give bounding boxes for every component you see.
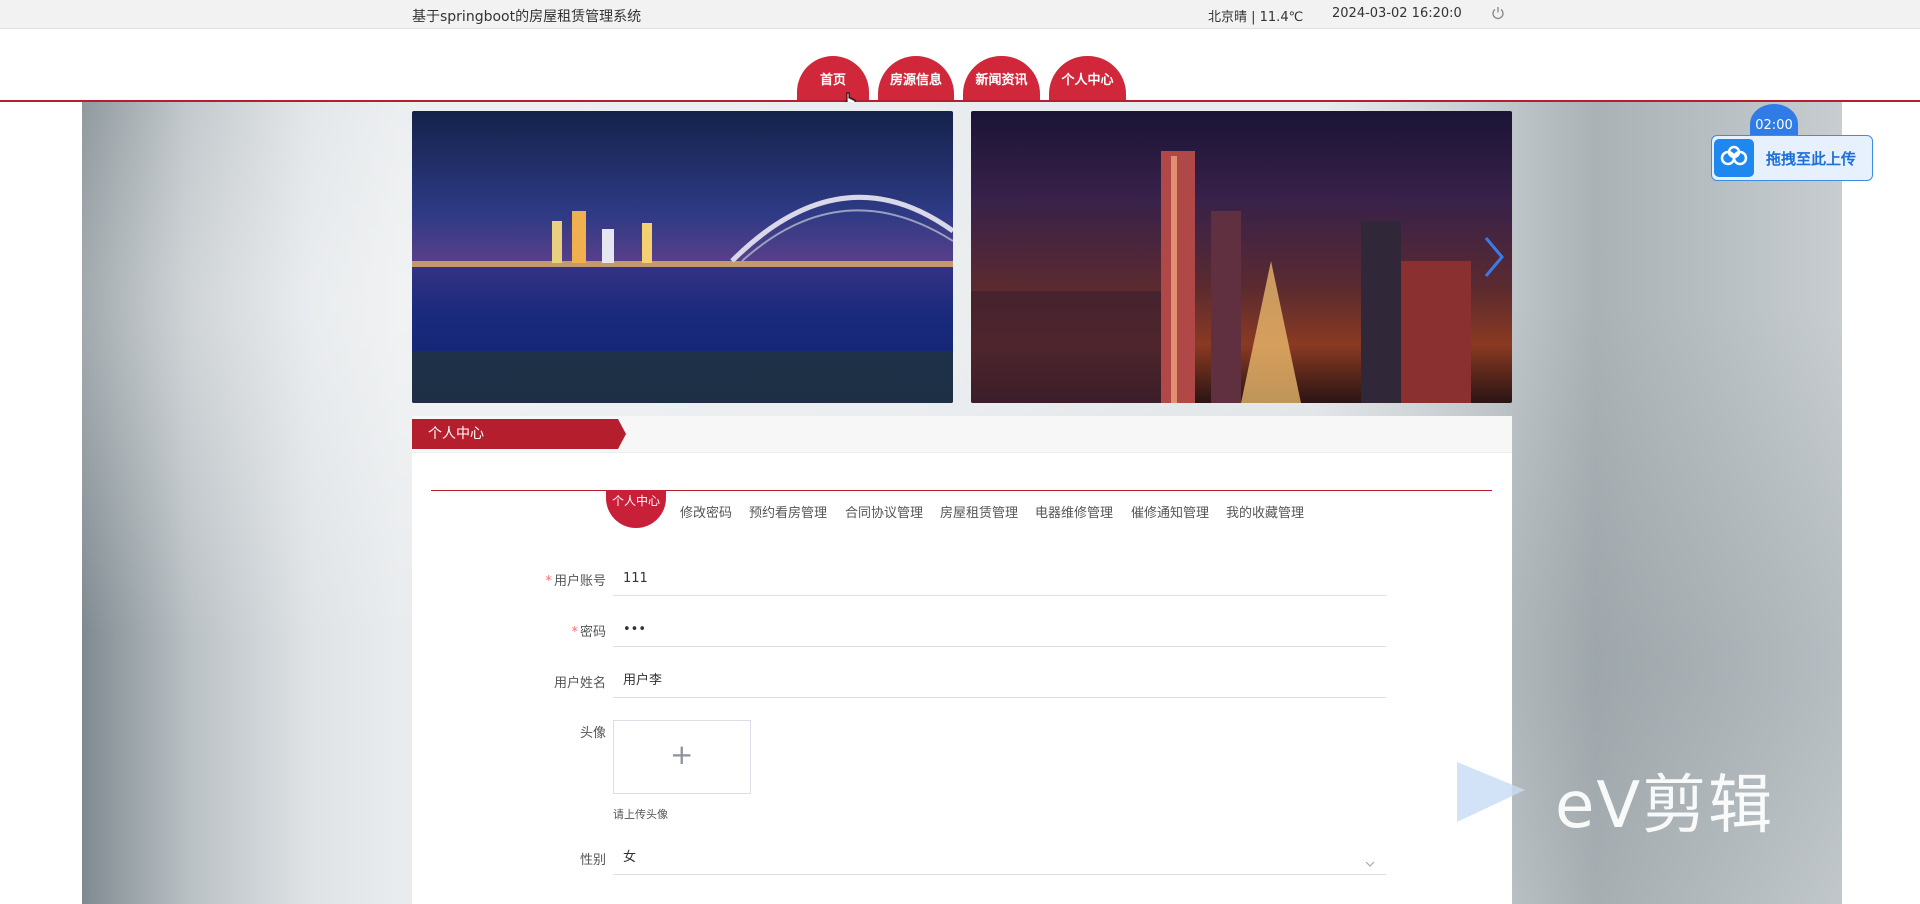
gender-select-value: 女 <box>623 850 637 865</box>
required-mark: * <box>571 625 578 640</box>
password-input[interactable]: ••• <box>613 613 1386 647</box>
datetime: 2024-03-02 16:20:0 <box>1332 6 1462 21</box>
avatar-upload-button[interactable]: + <box>613 720 751 794</box>
required-mark: * <box>545 574 552 589</box>
baidu-cloud-icon <box>1714 139 1754 177</box>
password-label-text: 密码 <box>579 625 606 640</box>
nav-news[interactable]: 新闻资讯 <box>963 56 1040 102</box>
profile-panel: 个人中心 个人中心 修改密码 预约看房管理 合同协议管理 房屋租赁管理 电器维修… <box>412 416 1512 904</box>
upload-widget-label: 拖拽至此上传 <box>1766 150 1857 168</box>
weather-info: 北京晴 | 11.4℃ <box>1208 10 1304 25</box>
subnav-tab-favorites[interactable]: 我的收藏管理 <box>1226 502 1304 521</box>
watermark-text: eV剪辑 <box>1555 769 1775 843</box>
city-skyline-night-image <box>971 151 1471 403</box>
nav-listings[interactable]: 房源信息 <box>878 56 954 102</box>
carousel-slide[interactable] <box>971 111 1512 403</box>
chevron-right-icon[interactable] <box>1478 232 1508 282</box>
gender-label: 性别 <box>579 853 606 868</box>
subnav-tab-repairs[interactable]: 电器维修管理 <box>1035 502 1113 521</box>
nav-profile[interactable]: 个人中心 <box>1049 56 1126 102</box>
power-icon[interactable] <box>1491 5 1505 20</box>
drag-upload-widget[interactable]: 拖拽至此上传 <box>1711 135 1873 181</box>
gender-select[interactable]: 女 <box>613 841 1386 875</box>
ev-watermark: eV剪辑 <box>1455 752 1815 843</box>
plus-icon: + <box>670 738 694 771</box>
nav-home[interactable]: 首页 <box>797 56 869 102</box>
subnav-tab-repair-notices[interactable]: 催修通知管理 <box>1131 502 1209 521</box>
name-label: 用户姓名 <box>553 676 606 691</box>
site-title: 基于springboot的房屋租赁管理系统 <box>412 9 642 25</box>
subnav-tab-change-password[interactable]: 修改密码 <box>680 502 732 521</box>
city-bridge-night-image <box>412 194 953 403</box>
avatar-label: 头像 <box>579 726 606 741</box>
play-logo-icon <box>1457 762 1525 822</box>
chevron-down-icon <box>1364 850 1376 867</box>
password-label: * 密码 <box>571 621 606 640</box>
account-input[interactable]: 111 <box>613 562 1386 596</box>
name-input[interactable]: 用户李 <box>613 664 1386 698</box>
account-label-text: 用户账号 <box>553 574 606 589</box>
avatar-upload-tip: 请上传头像 <box>613 808 668 821</box>
subnav-tab-contracts[interactable]: 合同协议管理 <box>845 502 923 521</box>
carousel-slide[interactable] <box>412 111 953 403</box>
account-label: * 用户账号 <box>545 570 606 589</box>
subnav-divider <box>431 490 1492 491</box>
top-bar: 基于springboot的房屋租赁管理系统 北京晴 | 11.4℃ 2024-0… <box>0 0 1920 29</box>
subnav-tab-viewing-appointments[interactable]: 预约看房管理 <box>749 502 827 521</box>
panel-header: 个人中心 <box>412 416 1512 453</box>
subnav-tab-rentals[interactable]: 房屋租赁管理 <box>940 502 1018 521</box>
main-nav: 首页 房源信息 新闻资讯 个人中心 <box>0 56 1920 102</box>
panel-title: 个人中心 <box>412 419 626 449</box>
profile-subnav: 修改密码 预约看房管理 合同协议管理 房屋租赁管理 电器维修管理 催修通知管理 … <box>412 502 1512 522</box>
